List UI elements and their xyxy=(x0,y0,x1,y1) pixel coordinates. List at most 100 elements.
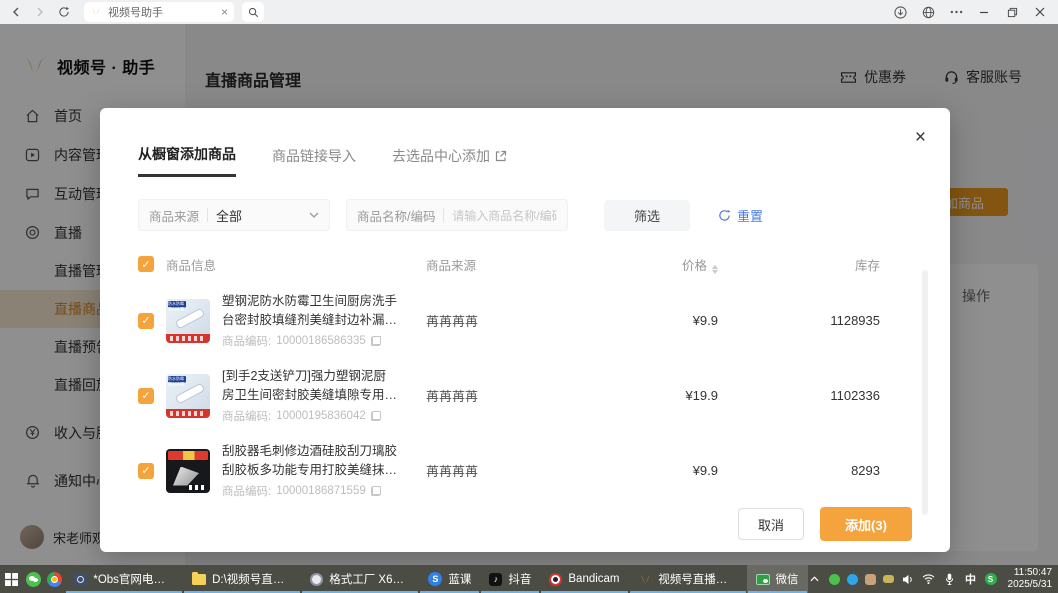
product-thumbnail xyxy=(166,449,210,493)
col-source: 商品来源 xyxy=(412,255,558,274)
product-source: 苒苒苒苒 xyxy=(412,311,558,330)
minimize-icon[interactable] xyxy=(972,2,996,22)
task-bandicam[interactable]: Bandicam xyxy=(540,565,628,593)
folder-icon xyxy=(192,574,206,585)
tab-selection-center[interactable]: 去选品中心添加 xyxy=(392,144,507,177)
clock-time: 11:50:47 xyxy=(1014,567,1052,578)
menu-ellipsis-icon[interactable] xyxy=(944,2,968,22)
product-code: 商品编码:10000186871559 xyxy=(222,483,398,499)
tray-wechat-icon[interactable] xyxy=(829,574,840,585)
product-thumbnail: 防水防霉 密封补漏 xyxy=(166,374,210,418)
row-checkbox[interactable]: ✓ xyxy=(138,313,154,329)
task-channels-live[interactable]: 视频号直播伴侣 xyxy=(629,565,747,593)
wifi-icon[interactable] xyxy=(922,574,936,584)
task-wechat-active[interactable]: 微信 xyxy=(747,565,808,593)
download-icon[interactable] xyxy=(888,2,912,22)
lanke-icon: S xyxy=(428,572,442,586)
wechat-pinned-icon[interactable] xyxy=(23,565,44,593)
volume-icon[interactable] xyxy=(901,574,915,585)
row-checkbox[interactable]: ✓ xyxy=(138,463,154,479)
task-folder[interactable]: D:\视频号直播... xyxy=(183,565,301,593)
chevron-down-icon xyxy=(309,212,319,218)
product-stock: 8293 xyxy=(718,463,880,478)
microphone-icon[interactable] xyxy=(943,573,957,585)
cancel-button[interactable]: 取消 xyxy=(738,508,804,540)
add-products-modal: × 从橱窗添加商品 商品链接导入 去选品中心添加 商品来源 全部 商品名称/编码… xyxy=(100,108,950,552)
product-price: ¥9.9 xyxy=(558,313,718,328)
tab-from-showcase[interactable]: 从橱窗添加商品 xyxy=(138,144,236,177)
reset-button[interactable]: 重置 xyxy=(718,206,763,225)
product-source: 苒苒苒苒 xyxy=(412,461,558,480)
tray-chevron-icon[interactable] xyxy=(808,576,822,582)
back-icon[interactable] xyxy=(6,3,26,21)
globe-icon[interactable] xyxy=(916,2,940,22)
modal-scrollbar[interactable] xyxy=(922,270,928,515)
tab-close-icon[interactable]: × xyxy=(221,5,228,19)
search-placeholder: 请输入商品名称/编码搜索 xyxy=(452,207,557,224)
channels-favicon xyxy=(90,7,102,17)
bandicam-icon xyxy=(549,573,562,586)
restore-icon[interactable] xyxy=(1000,2,1024,22)
copy-icon[interactable] xyxy=(371,336,381,346)
product-title: 塑钢泥防水防霉卫生间厨房洗手台密封胶填缝剂美缝封边补漏专用胶150ml... xyxy=(222,292,398,330)
col-price: 价格 xyxy=(558,255,718,274)
search-field-label: 商品名称/编码 xyxy=(357,206,435,225)
source-filter-select[interactable]: 商品来源 全部 xyxy=(138,199,330,231)
forward-icon[interactable] xyxy=(30,3,50,21)
browser-titlebar: 视频号助手 × xyxy=(0,0,1058,24)
table-header: ✓ 商品信息 商品来源 价格 库存 xyxy=(100,245,950,283)
product-price: ¥9.9 xyxy=(558,463,718,478)
chrome-pinned-icon[interactable] xyxy=(44,565,65,593)
browser-tab[interactable]: 视频号助手 × xyxy=(84,2,234,22)
product-code: 商品编码:10000186586335 xyxy=(222,333,398,349)
table-row: ✓ 刮胶器毛刺修边酒硅胶刮刀璃胶刮胶板多功能专用打胶美缝抹胶神器 商品编码:10… xyxy=(100,433,950,508)
modal-close-icon[interactable]: × xyxy=(915,128,926,147)
filter-button[interactable]: 筛选 xyxy=(604,200,690,231)
row-checkbox[interactable]: ✓ xyxy=(138,388,154,404)
taskbar-clock[interactable]: 11:50:47 2025/5/31 xyxy=(1004,567,1053,591)
windows-icon xyxy=(5,573,18,586)
task-obs[interactable]: *Obs官网电脑... xyxy=(65,565,183,593)
system-tray: 中 S 11:50:47 2025/5/31 xyxy=(808,565,1058,593)
tray-messenger-icon[interactable] xyxy=(847,574,858,585)
douyin-icon: ♪ xyxy=(489,573,502,586)
product-search-input[interactable]: 商品名称/编码 请输入商品名称/编码搜索 xyxy=(346,199,568,231)
task-format-factory[interactable]: 格式工厂 X64 ... xyxy=(301,565,419,593)
windows-taskbar: *Obs官网电脑... D:\视频号直播... 格式工厂 X64 ... S 蓝… xyxy=(0,565,1058,593)
product-thumbnail: 防水防霉 密封补漏 xyxy=(166,299,210,343)
copy-icon[interactable] xyxy=(371,411,381,421)
page-viewport: 视频号 · 助手 首页 内容管理 互动管理 直播 直播管理 直播商品管理 直播预… xyxy=(0,24,1058,565)
tray-sogou-icon[interactable]: S xyxy=(985,573,997,585)
select-all-checkbox[interactable]: ✓ xyxy=(138,256,154,272)
col-stock: 库存 xyxy=(718,255,880,274)
tray-avatar-icon[interactable] xyxy=(865,574,876,585)
product-code: 商品编码:10000195836042 xyxy=(222,408,398,424)
task-lanke[interactable]: S 蓝课 xyxy=(419,565,480,593)
modal-tabs: 从橱窗添加商品 商品链接导入 去选品中心添加 xyxy=(100,108,950,177)
start-button[interactable] xyxy=(0,565,23,593)
task-douyin[interactable]: ♪ 抖音 xyxy=(480,565,540,593)
channels-live-icon xyxy=(638,574,653,585)
clock-date: 2025/5/31 xyxy=(1008,579,1053,590)
product-title: [到手2支送铲刀]强力塑钢泥厨房卫生间密封胶美缝填隙专用厨卫密封胶150M... xyxy=(222,367,398,405)
add-selected-button[interactable]: 添加(3) xyxy=(820,507,912,541)
external-link-icon xyxy=(495,150,507,162)
format-factory-icon xyxy=(310,573,323,586)
product-stock: 1102336 xyxy=(718,388,880,403)
col-info: 商品信息 xyxy=(166,255,412,274)
refresh-icon[interactable] xyxy=(54,3,74,21)
tray-card-icon[interactable] xyxy=(883,575,894,583)
table-row: ✓ 防水防霉 密封补漏 [到手2支送铲刀]强力塑钢泥厨房卫生间密封胶美缝填隙专用… xyxy=(100,358,950,433)
ime-indicator[interactable]: 中 xyxy=(964,571,978,587)
search-tabs-icon[interactable] xyxy=(242,2,264,22)
product-stock: 1128935 xyxy=(718,313,880,328)
tab-link-import[interactable]: 商品链接导入 xyxy=(272,144,356,177)
close-window-icon[interactable] xyxy=(1028,2,1052,22)
source-filter-value: 全部 xyxy=(216,206,301,225)
obs-icon xyxy=(74,573,87,586)
wechat-window-icon xyxy=(756,574,770,585)
product-source: 苒苒苒苒 xyxy=(412,386,558,405)
table-row: ✓ 防水防霉 密封补漏 塑钢泥防水防霉卫生间厨房洗手台密封胶填缝剂美缝封边补漏专… xyxy=(100,283,950,358)
product-price: ¥19.9 xyxy=(558,388,718,403)
copy-icon[interactable] xyxy=(371,486,381,496)
